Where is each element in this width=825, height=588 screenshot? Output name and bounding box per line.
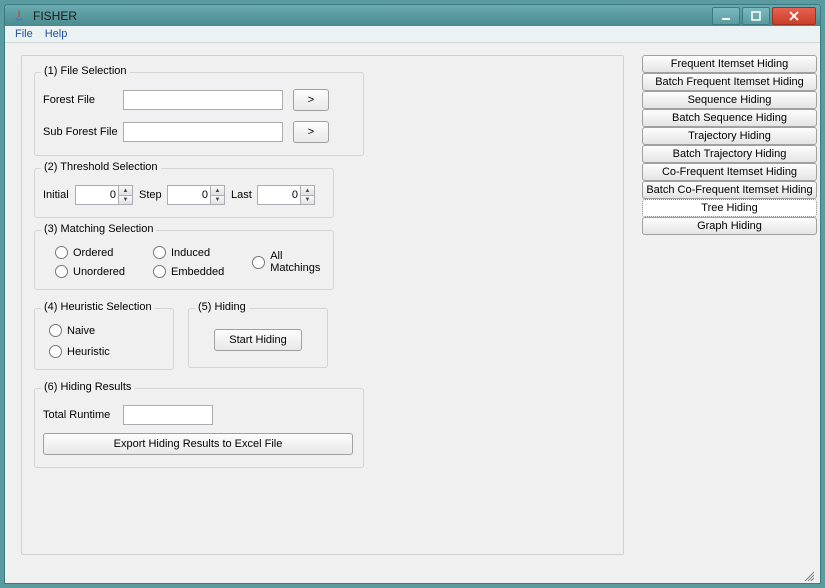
side-btn-batch-sequence-hiding[interactable]: Batch Sequence Hiding <box>642 109 817 127</box>
side-btn-tree-hiding[interactable]: Tree Hiding <box>642 199 817 217</box>
radio-induced[interactable]: Induced <box>153 246 224 259</box>
sub-forest-file-browse-button[interactable]: > <box>293 121 329 143</box>
initial-value[interactable] <box>76 186 118 204</box>
radio-heuristic-label: Heuristic <box>67 346 110 358</box>
content-area: (1) File Selection Forest File > Sub For… <box>5 43 820 567</box>
group-hiding-results: (6) Hiding Results Total Runtime Export … <box>34 388 364 468</box>
window-title: FISHER <box>33 9 712 23</box>
last-value[interactable] <box>258 186 300 204</box>
side-btn-trajectory-hiding[interactable]: Trajectory Hiding <box>642 127 817 145</box>
total-runtime-label: Total Runtime <box>43 409 123 421</box>
side-btn-batch-frequent-itemset-hiding[interactable]: Batch Frequent Itemset Hiding <box>642 73 817 91</box>
group-title-threshold-selection: (2) Threshold Selection <box>41 161 161 173</box>
chevron-down-icon[interactable]: ▼ <box>210 195 224 204</box>
side-btn-co-frequent-itemset-hiding[interactable]: Co-Frequent Itemset Hiding <box>642 163 817 181</box>
radio-embedded-label: Embedded <box>171 266 224 278</box>
group-title-heuristic-selection: (4) Heuristic Selection <box>41 301 155 313</box>
group-matching-selection: (3) Matching Selection Ordered Unordered… <box>34 230 334 290</box>
chevron-up-icon[interactable]: ▲ <box>210 186 224 195</box>
step-spinner[interactable]: ▲▼ <box>167 185 225 205</box>
window-controls <box>712 7 816 25</box>
initial-spinner[interactable]: ▲▼ <box>75 185 133 205</box>
titlebar[interactable]: FISHER <box>5 5 820 26</box>
radio-unordered-label: Unordered <box>73 266 125 278</box>
side-btn-batch-co-frequent-itemset-hiding[interactable]: Batch Co-Frequent Itemset Hiding <box>642 181 817 199</box>
statusbar <box>5 567 820 583</box>
radio-ordered[interactable]: Ordered <box>55 246 125 259</box>
minimize-button[interactable] <box>712 7 740 25</box>
radio-ordered-label: Ordered <box>73 247 113 259</box>
sub-forest-file-label: Sub Forest File <box>43 126 123 138</box>
forest-file-input[interactable] <box>123 90 283 110</box>
menubar: File Help <box>5 26 820 43</box>
group-threshold-selection: (2) Threshold Selection Initial ▲▼ Step <box>34 168 334 218</box>
total-runtime-input[interactable] <box>123 405 213 425</box>
chevron-up-icon[interactable]: ▲ <box>300 186 314 195</box>
close-button[interactable] <box>772 7 816 25</box>
group-title-file-selection: (1) File Selection <box>41 65 130 77</box>
sub-forest-file-input[interactable] <box>123 122 283 142</box>
side-btn-frequent-itemset-hiding[interactable]: Frequent Itemset Hiding <box>642 55 817 73</box>
radio-embedded[interactable]: Embedded <box>153 265 224 278</box>
group-heuristic-selection: (4) Heuristic Selection Naive Heuristic <box>34 308 174 370</box>
radio-unordered[interactable]: Unordered <box>55 265 125 278</box>
radio-naive-label: Naive <box>67 325 95 337</box>
radio-heuristic[interactable]: Heuristic <box>49 345 159 358</box>
forest-file-label: Forest File <box>43 94 123 106</box>
app-window: FISHER File Help (1) File Selection <box>4 4 821 584</box>
side-panel: Frequent Itemset Hiding Batch Frequent I… <box>640 43 820 567</box>
form-panel: (1) File Selection Forest File > Sub For… <box>21 55 624 555</box>
radio-induced-label: Induced <box>171 247 210 259</box>
maximize-button[interactable] <box>742 7 770 25</box>
group-hiding: (5) Hiding Start Hiding <box>188 308 328 368</box>
resize-grip-icon[interactable] <box>802 569 814 581</box>
group-title-matching-selection: (3) Matching Selection <box>41 223 156 235</box>
main-panel: (1) File Selection Forest File > Sub For… <box>5 43 640 567</box>
side-btn-sequence-hiding[interactable]: Sequence Hiding <box>642 91 817 109</box>
radio-all-matchings[interactable]: All Matchings <box>252 250 320 274</box>
forest-file-browse-button[interactable]: > <box>293 89 329 111</box>
chevron-up-icon[interactable]: ▲ <box>118 186 132 195</box>
menu-help[interactable]: Help <box>39 26 74 42</box>
chevron-down-icon[interactable]: ▼ <box>118 195 132 204</box>
group-title-hiding-results: (6) Hiding Results <box>41 381 134 393</box>
last-spinner[interactable]: ▲▼ <box>257 185 315 205</box>
last-label: Last <box>231 189 257 201</box>
start-hiding-button[interactable]: Start Hiding <box>214 329 301 351</box>
group-file-selection: (1) File Selection Forest File > Sub For… <box>34 72 364 156</box>
initial-label: Initial <box>43 189 75 201</box>
menu-file[interactable]: File <box>9 26 39 42</box>
step-value[interactable] <box>168 186 210 204</box>
radio-naive[interactable]: Naive <box>49 324 159 337</box>
chevron-down-icon[interactable]: ▼ <box>300 195 314 204</box>
radio-all-matchings-label: All Matchings <box>270 250 320 274</box>
group-title-hiding: (5) Hiding <box>195 301 249 313</box>
side-btn-batch-trajectory-hiding[interactable]: Batch Trajectory Hiding <box>642 145 817 163</box>
step-label: Step <box>139 189 167 201</box>
side-btn-graph-hiding[interactable]: Graph Hiding <box>642 217 817 235</box>
export-results-button[interactable]: Export Hiding Results to Excel File <box>43 433 353 455</box>
java-icon <box>11 8 27 24</box>
